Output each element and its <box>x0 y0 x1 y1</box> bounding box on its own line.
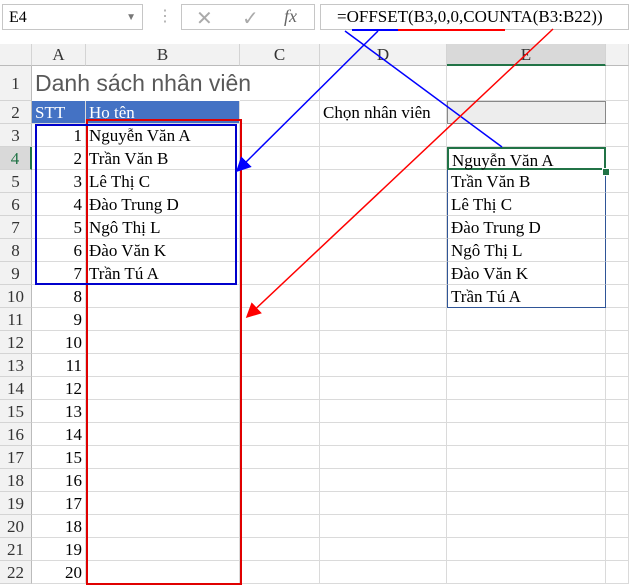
blue-range-box <box>35 124 237 285</box>
blue-line <box>344 30 503 148</box>
red-range-box <box>86 119 242 585</box>
sheet-title[interactable]: Danh sách nhân viên <box>32 66 332 101</box>
